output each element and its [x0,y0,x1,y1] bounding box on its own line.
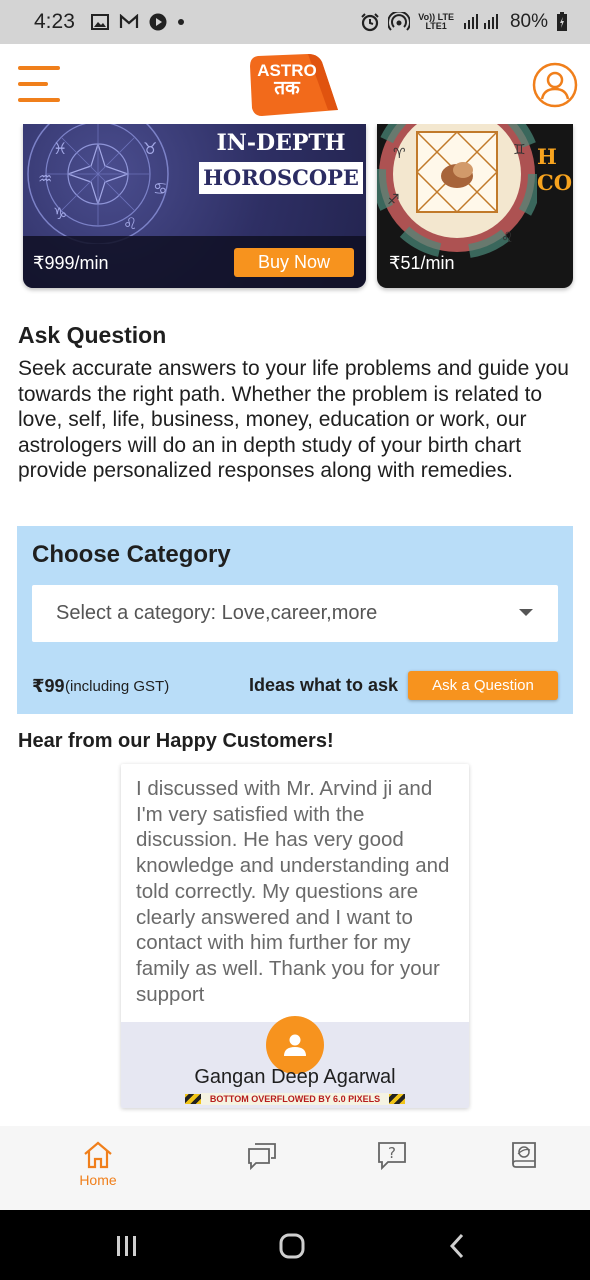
banner2-title: H CO [537,144,573,195]
svg-text:♊: ♊ [513,141,526,157]
bottom-navigation: Home ? [0,1126,590,1210]
user-profile-icon [532,62,578,108]
home-circle-icon [279,1233,305,1259]
svg-text:♈: ♈ [393,145,406,161]
dropdown-arrow-icon [519,609,533,616]
nav-library[interactable] [494,1140,554,1198]
book-icon [512,1142,536,1168]
svg-text:♌: ♌ [501,229,514,245]
battery-icon [556,12,568,32]
ask-question-button[interactable]: Ask a Question [408,671,558,700]
banner-heading-main: HOROSCOPE [199,162,363,194]
home-button[interactable] [277,1232,307,1260]
hotspot-icon [388,12,411,32]
nav-questions[interactable]: ? [362,1140,422,1198]
nav-home[interactable]: Home [68,1140,128,1198]
home-icon [84,1141,112,1169]
app-header: ASTRO तक [0,44,590,124]
play-icon [149,13,167,31]
menu-icon-line [18,98,60,102]
recent-apps-icon [117,1236,136,1256]
question-icon: ? [378,1142,406,1170]
svg-text:♌: ♌ [123,216,137,233]
banner-horoscope[interactable]: ♓ ♒ ♑ ♉ ♋ ♌ IN-DEPTH HOROSCOPE ₹999/min … [23,124,366,288]
nav-home-label: Home [79,1172,117,1188]
alarm-icon [360,12,380,32]
dot-icon [177,18,185,26]
ask-question-description: Seek accurate answers to your life probl… [18,357,569,483]
svg-text:♋: ♋ [153,181,167,198]
testimonials-title: Hear from our Happy Customers! [18,730,334,752]
astro-tak-logo[interactable]: ASTRO तक [248,52,340,116]
mail-icon [119,14,139,30]
banner-footer: ₹999/min Buy Now [23,236,366,288]
battery-percent: 80% [509,11,548,32]
logo-text: ASTRO तक [248,62,326,99]
banner-heading-top: IN-DEPTH [216,130,346,156]
ask-question-title: Ask Question [18,322,167,348]
status-time: 4:23 [34,10,75,33]
gallery-icon [90,14,109,30]
banner2-price: ₹51/min [389,253,455,273]
banner-price: ₹999/min [33,253,109,273]
category-panel: Choose Category Select a category: Love,… [17,526,573,714]
signal-icon [462,13,502,31]
category-title: Choose Category [32,541,231,568]
menu-button[interactable] [18,64,62,104]
nav-chat[interactable] [232,1140,292,1198]
ideas-what-to-ask-link[interactable]: Ideas what to ask [249,675,398,696]
category-placeholder: Select a category: Love,career,more [56,602,378,624]
back-arrow-icon [449,1233,464,1259]
overflow-warning-strip: BOTTOM OVERFLOWED BY 6.0 PIXELS [185,1093,405,1105]
testimonial-card: I discussed with Mr. Arvind ji and I'm v… [121,764,469,1108]
svg-text:♑: ♑ [53,206,67,223]
profile-button[interactable] [532,62,578,108]
menu-icon-line [18,82,48,86]
back-button[interactable] [442,1232,472,1260]
svg-text:♓: ♓ [53,141,67,158]
menu-icon [18,66,60,70]
buy-now-button[interactable]: Buy Now [234,248,354,277]
svg-text:♐: ♐ [387,191,400,207]
banner-compatibility[interactable]: ♈ ♊ ♐ ♌ H CO ₹51/min [377,124,573,288]
system-navigation-bar [0,1210,590,1280]
network-type: Vo)) LTE LTE1 [418,13,454,31]
zodiac-wheel-icon: ♓ ♒ ♑ ♉ ♋ ♌ [27,124,169,244]
status-bar: 4:23 Vo)) LTE LTE1 80% [0,0,590,44]
banner-carousel[interactable]: ♓ ♒ ♑ ♉ ♋ ♌ IN-DEPTH HOROSCOPE ₹999/min … [0,124,590,294]
logo-line2: तक [274,78,300,99]
person-icon [284,1034,306,1056]
svg-text:?: ? [388,1144,396,1162]
overflow-warning: BOTTOM OVERFLOWED BY 6.0 PIXELS [201,1093,389,1105]
price-note: (including GST) [65,678,170,695]
customer-name: Gangan Deep Agarwal [194,1066,396,1088]
testimonial-footer: Gangan Deep Agarwal BOTTOM OVERFLOWED BY… [121,1016,469,1108]
question-price: ₹99 [32,676,65,696]
category-dropdown[interactable]: Select a category: Love,career,more [32,585,558,642]
chat-icon [248,1143,276,1170]
svg-text:♒: ♒ [38,171,52,188]
svg-text:♉: ♉ [143,141,157,158]
testimonial-text: I discussed with Mr. Arvind ji and I'm v… [136,777,450,1006]
network-sub: LTE1 [425,21,447,31]
recent-apps-button[interactable] [112,1232,142,1260]
